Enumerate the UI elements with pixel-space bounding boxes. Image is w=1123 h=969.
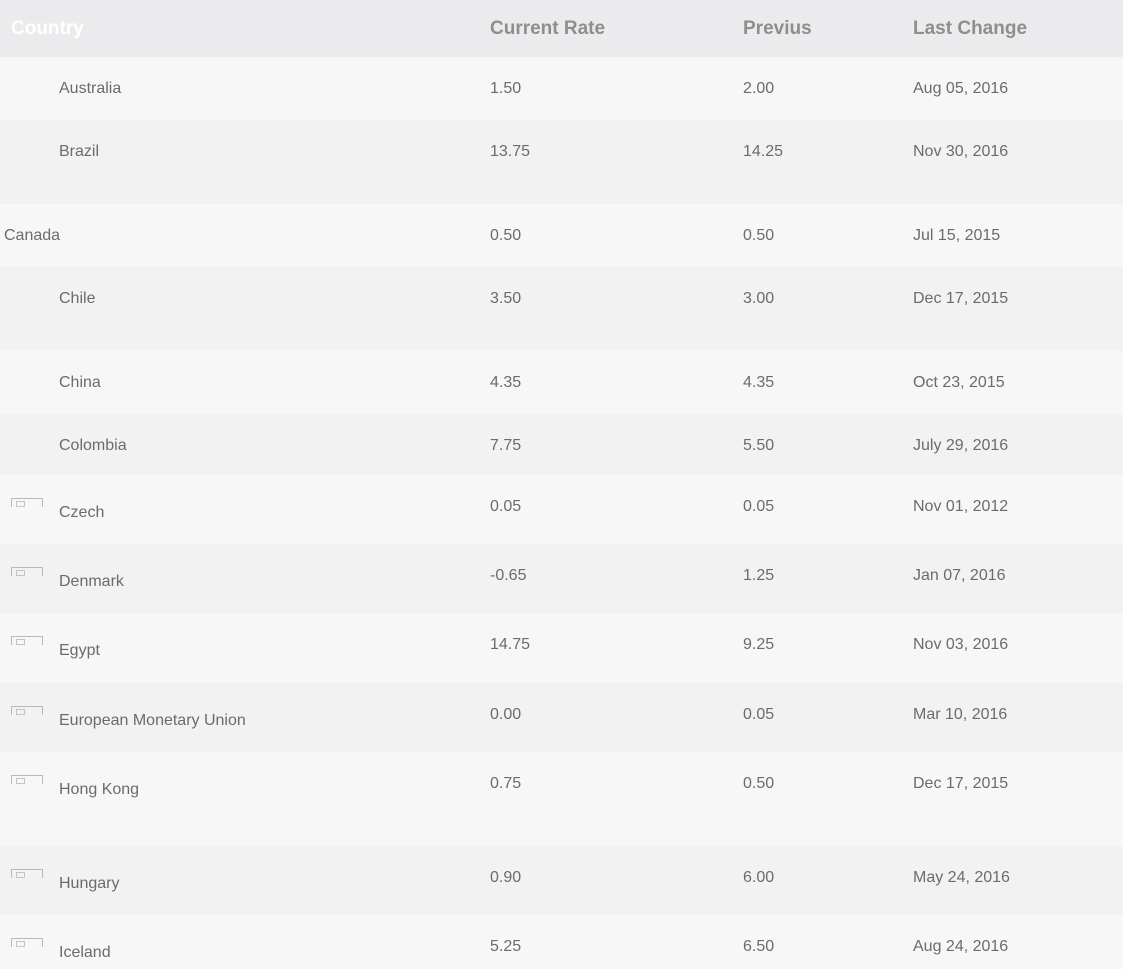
current-rate-cell: 13.75 [490, 143, 531, 160]
country-name: Brazil [59, 143, 100, 160]
last-change-cell: May 24, 2016 [913, 869, 1010, 886]
previous-rate-cell: 1.25 [743, 567, 775, 584]
country-name: Colombia [59, 437, 127, 454]
country-name: Denmark [59, 573, 124, 590]
last-change-cell: Nov 01, 2012 [913, 498, 1009, 515]
previous-rate-cell: 0.05 [743, 498, 775, 515]
table-row: Canada 0.50 0.50 Jul 15, 2015 [0, 204, 1123, 267]
current-rate-cell: 14.75 [490, 636, 531, 653]
header-last-change: Last Change [913, 0, 1123, 57]
country-cell: Iceland [0, 915, 490, 969]
current-rate-cell: 0.90 [490, 869, 522, 886]
last-change-cell: July 29, 2016 [913, 437, 1009, 454]
previous-rate-cell: 5.50 [743, 437, 775, 454]
previous-rate-cell: 9.25 [743, 636, 775, 653]
country-cell: China [0, 351, 490, 414]
header-country: Country [0, 0, 490, 57]
country-cell: Chile [0, 267, 490, 351]
last-change-cell: Mar 10, 2016 [913, 706, 1008, 723]
previous-rate-cell: 6.50 [743, 938, 775, 955]
country-cell: Australia [0, 57, 490, 120]
current-rate-cell: -0.65 [490, 567, 527, 584]
country-cell: Egypt [0, 613, 490, 683]
table-row: Chile 3.50 3.00 Dec 17, 2015 [0, 267, 1123, 351]
country-cell: Brazil [0, 120, 490, 204]
previous-rate-cell: 2.00 [743, 80, 775, 97]
previous-rate-cell: 14.25 [743, 143, 784, 160]
previous-rate-cell: 0.05 [743, 706, 775, 723]
table-row: Hungary 0.90 6.00 May 24, 2016 [0, 846, 1123, 915]
previous-rate-cell: 6.00 [743, 869, 775, 886]
previous-rate-cell: 4.35 [743, 374, 775, 391]
current-rate-cell: 3.50 [490, 290, 522, 307]
previous-rate-cell: 3.00 [743, 290, 775, 307]
table-row: China 4.35 4.35 Oct 23, 2015 [0, 351, 1123, 414]
country-cell: Hong Kong [0, 752, 490, 846]
country-name: European Monetary Union [59, 712, 246, 729]
current-rate-cell: 0.05 [490, 498, 522, 515]
last-change-cell: Aug 05, 2016 [913, 80, 1009, 97]
current-rate-cell: 0.75 [490, 775, 522, 792]
current-rate-cell: 4.35 [490, 374, 522, 391]
broken-image-flag-icon [11, 869, 43, 878]
country-name: Hong Kong [59, 781, 140, 798]
broken-image-flag-icon [11, 567, 43, 576]
table-row: Czech 0.05 0.05 Nov 01, 2012 [0, 475, 1123, 544]
broken-image-flag-icon [11, 706, 43, 715]
country-name: Iceland [59, 944, 111, 961]
table-row: Denmark -0.65 1.25 Jan 07, 2016 [0, 544, 1123, 613]
table-row: Australia 1.50 2.00 Aug 05, 2016 [0, 57, 1123, 120]
interest-rates-table: Country Current Rate Previus Last Change… [0, 0, 1123, 969]
broken-image-flag-icon [11, 775, 43, 784]
broken-image-flag-icon [11, 938, 43, 947]
last-change-cell: Jan 07, 2016 [913, 567, 1006, 584]
last-change-cell: Oct 23, 2015 [913, 374, 1005, 391]
last-change-cell: Aug 24, 2016 [913, 938, 1009, 955]
previous-rate-cell: 0.50 [743, 775, 775, 792]
table-row: Brazil 13.75 14.25 Nov 30, 2016 [0, 120, 1123, 204]
table-row: Hong Kong 0.75 0.50 Dec 17, 2015 [0, 752, 1123, 846]
country-name: Chile [59, 290, 96, 307]
country-cell: Denmark [0, 544, 490, 613]
current-rate-cell: 5.25 [490, 938, 522, 955]
country-cell: Colombia [0, 414, 490, 475]
table-row: Colombia 7.75 5.50 July 29, 2016 [0, 414, 1123, 475]
table-row: European Monetary Union 0.00 0.05 Mar 10… [0, 683, 1123, 752]
previous-rate-cell: 0.50 [743, 227, 775, 244]
country-name: Czech [59, 504, 105, 521]
broken-image-flag-icon [11, 498, 43, 507]
country-name: Hungary [59, 875, 120, 892]
current-rate-cell: 0.00 [490, 706, 522, 723]
last-change-cell: Nov 30, 2016 [913, 143, 1009, 160]
last-change-cell: Dec 17, 2015 [913, 775, 1009, 792]
header-current-rate: Current Rate [490, 0, 743, 57]
country-name: China [59, 374, 101, 391]
country-name: Canada [4, 227, 61, 244]
country-name: Australia [59, 80, 122, 97]
current-rate-cell: 1.50 [490, 80, 522, 97]
table-header-row: Country Current Rate Previus Last Change [0, 0, 1123, 57]
table-row: Iceland 5.25 6.50 Aug 24, 2016 [0, 915, 1123, 969]
last-change-cell: Nov 03, 2016 [913, 636, 1009, 653]
current-rate-cell: 7.75 [490, 437, 522, 454]
last-change-cell: Jul 15, 2015 [913, 227, 1001, 244]
country-name: Egypt [59, 642, 100, 659]
country-cell: Hungary [0, 846, 490, 915]
table-row: Egypt 14.75 9.25 Nov 03, 2016 [0, 613, 1123, 683]
country-cell: European Monetary Union [0, 683, 490, 752]
current-rate-cell: 0.50 [490, 227, 522, 244]
header-previous: Previus [743, 0, 913, 57]
country-cell: Czech [0, 475, 490, 544]
broken-image-flag-icon [11, 636, 43, 645]
country-cell: Canada [0, 204, 490, 267]
last-change-cell: Dec 17, 2015 [913, 290, 1009, 307]
